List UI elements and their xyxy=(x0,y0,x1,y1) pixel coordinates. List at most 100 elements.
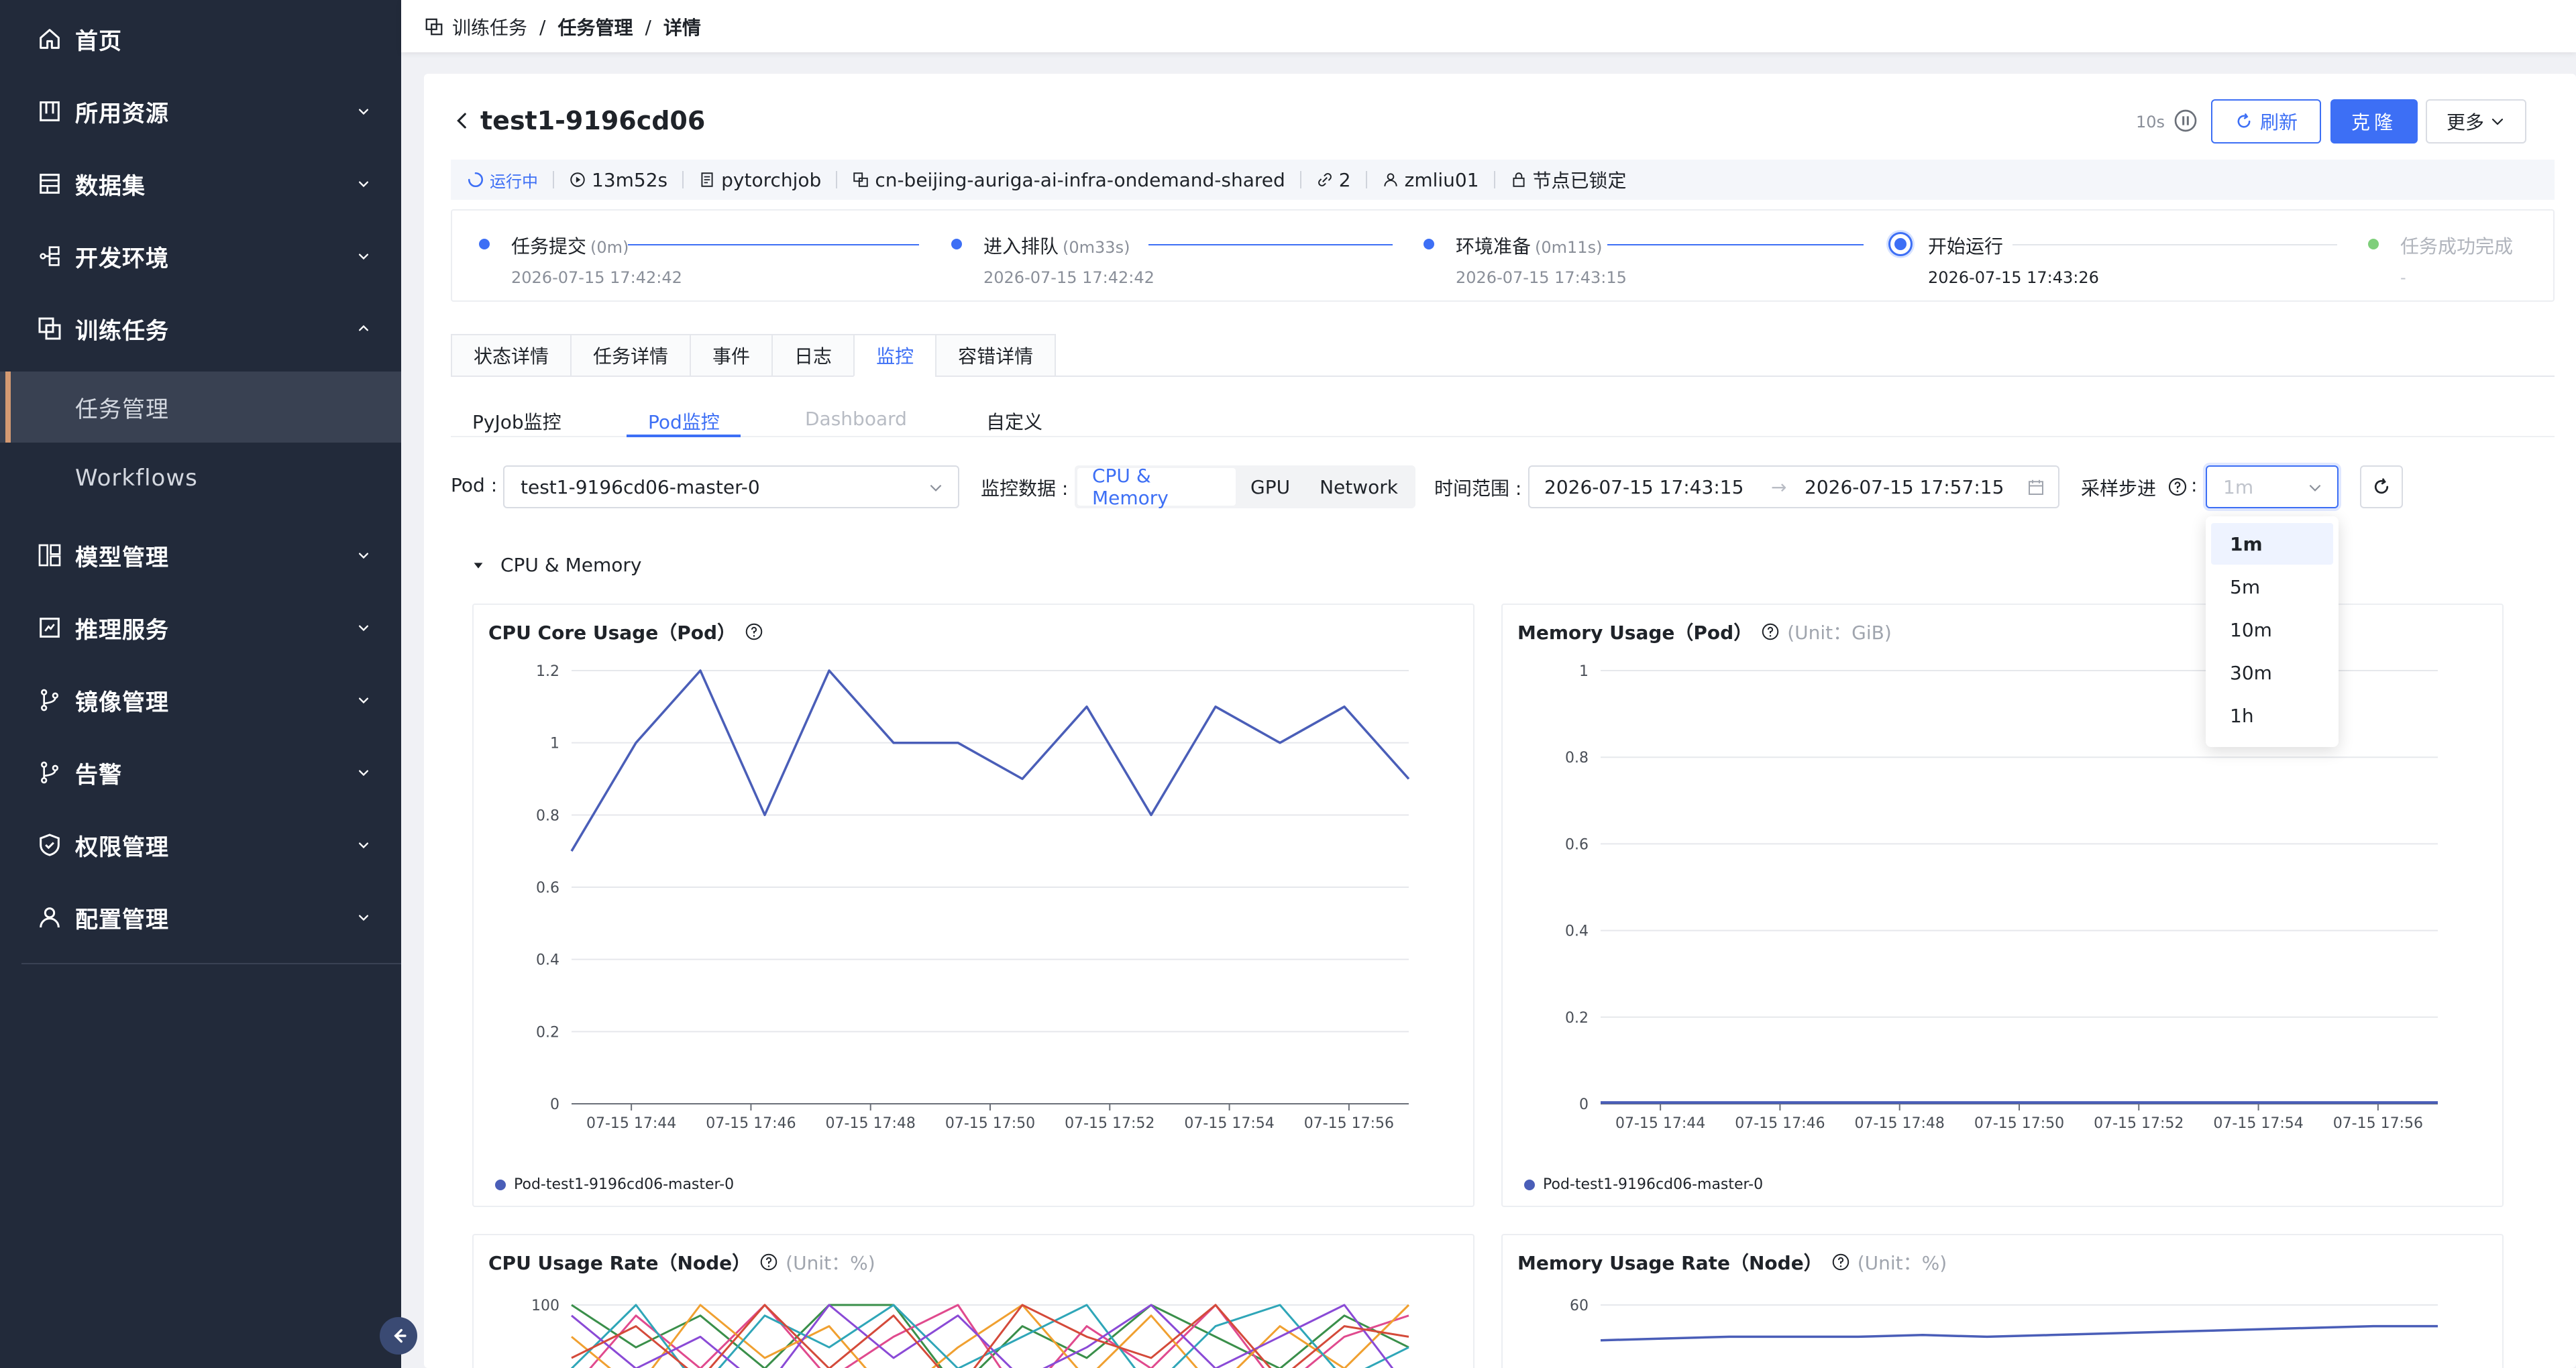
lock-icon xyxy=(1512,172,1525,187)
step-option-5m[interactable]: 5m xyxy=(2211,566,2333,608)
time-range-start[interactable]: 2026-07-15 17:43:15 xyxy=(1544,476,1743,498)
y-tick-label: 0.4 xyxy=(536,952,559,969)
subtab-ink-bar xyxy=(627,435,741,437)
more-button[interactable]: 更多 xyxy=(2426,99,2526,144)
chevron-left-icon[interactable] xyxy=(451,109,474,132)
chevron-up-icon xyxy=(354,319,373,338)
y-tick-label: 0.2 xyxy=(536,1024,559,1041)
step-option-1m[interactable]: 1m xyxy=(2211,523,2333,565)
metric-option-gpu[interactable]: GPU xyxy=(1236,468,1305,506)
job-type-text: pytorchjob xyxy=(721,168,822,191)
refresh-interval[interactable]: 10s xyxy=(2136,113,2165,131)
step-option-10m[interactable]: 10m xyxy=(2211,609,2333,650)
question-circle-icon[interactable] xyxy=(744,622,764,642)
chevron-down-icon xyxy=(354,836,373,854)
chart-unit: (Unit：%) xyxy=(1857,1252,1947,1274)
sidebar-item-2[interactable]: 数据集 xyxy=(0,148,401,220)
sidebar-collapse-button[interactable] xyxy=(380,1317,417,1355)
x-tick-label: 07-15 17:56 xyxy=(1304,1115,1394,1132)
caret-down-icon xyxy=(474,562,483,569)
pod-select[interactable]: test1-9196cd06-master-0 xyxy=(503,465,959,508)
document-icon xyxy=(701,172,713,187)
resource-icon xyxy=(36,98,63,125)
question-circle-icon[interactable] xyxy=(2167,476,2188,498)
sidebar-item-9[interactable]: 权限管理 xyxy=(0,809,401,881)
chart-title: Memory Usage Rate（Node） (Unit：%) xyxy=(1517,1249,1947,1275)
home-icon xyxy=(36,25,63,52)
chart-legend[interactable]: Pod-test1-9196cd06-master-0 xyxy=(1524,1176,1763,1193)
section-title: CPU & Memory xyxy=(500,554,642,576)
step-dot-current xyxy=(1888,232,1913,256)
sidebar-item-5[interactable]: 模型管理 xyxy=(0,519,401,591)
legend-label: Pod-test1-9196cd06-master-0 xyxy=(514,1176,735,1193)
chart-plot: 0 0.2 0.4 0.6 0.8 1 07-15 17:44 07-15 17:46 07-1… xyxy=(1565,663,2438,1132)
sidebar-item-1[interactable]: 所用资源 xyxy=(0,75,401,148)
sidebar-item-10[interactable]: 配置管理 xyxy=(0,881,401,954)
sidebar-item-4[interactable]: 训练任务 xyxy=(0,292,401,365)
tab-monitoring[interactable]: 监控 xyxy=(853,334,936,377)
user-icon xyxy=(1383,173,1397,186)
tab-logs[interactable]: 日志 xyxy=(771,334,854,377)
sidebar-item-label: 镜像管理 xyxy=(75,689,169,716)
chevron-down-icon xyxy=(354,691,373,709)
breadcrumb-item-task-management[interactable]: 任务管理 xyxy=(557,13,633,40)
status-text: 运行中 xyxy=(490,172,538,191)
question-circle-icon[interactable] xyxy=(1760,622,1780,642)
pod-select-value: test1-9196cd06-master-0 xyxy=(521,475,760,498)
x-tick-label: 07-15 17:50 xyxy=(945,1115,1035,1132)
info-separator xyxy=(553,171,554,188)
metric-option-cpu-memory[interactable]: CPU & Memory xyxy=(1077,465,1236,509)
user-info: zmliu01 xyxy=(1382,169,1479,191)
y-tick-label: 0.8 xyxy=(536,807,559,824)
inference-icon xyxy=(36,614,63,641)
sidebar-item-label: 推理服务 xyxy=(75,616,169,644)
chevron-down-icon xyxy=(354,763,373,782)
info-separator xyxy=(1365,171,1367,188)
refresh-button[interactable]: 刷新 xyxy=(2211,99,2321,144)
tab-task-detail[interactable]: 任务详情 xyxy=(570,334,690,377)
tab-status-detail[interactable]: 状态详情 xyxy=(451,334,571,377)
sidebar-item-3[interactable]: 开发环境 xyxy=(0,220,401,292)
question-circle-icon[interactable] xyxy=(1831,1252,1851,1272)
chart-legend[interactable]: Pod-test1-9196cd06-master-0 xyxy=(495,1176,734,1193)
reload-chart-button[interactable] xyxy=(2360,465,2403,508)
y-tick-label: 0 xyxy=(550,1096,559,1113)
sidebar-subitem-0[interactable]: 任务管理 xyxy=(0,372,401,443)
lock-info: 节点已锁定 xyxy=(1510,166,1627,193)
x-tick-label: 07-15 17:46 xyxy=(706,1115,796,1132)
breadcrumb-item-training[interactable]: 训练任务 xyxy=(452,13,527,40)
tab-fault-tolerance[interactable]: 容错详情 xyxy=(935,334,1057,377)
subtab-custom[interactable]: 自定义 xyxy=(986,408,1042,435)
subtab-pyjob[interactable]: PyJob监控 xyxy=(472,408,561,435)
sidebar-item-7[interactable]: 镜像管理 xyxy=(0,664,401,736)
x-tick-label: 07-15 17:44 xyxy=(586,1115,676,1132)
question-circle-icon[interactable] xyxy=(759,1252,779,1272)
step-option-1h[interactable]: 1h xyxy=(2211,695,2333,736)
chart-title: CPU Usage Rate（Node） (Unit：%) xyxy=(488,1249,875,1275)
y-tick-label: 0.4 xyxy=(1565,923,1589,940)
clone-button[interactable]: 克隆 xyxy=(2330,99,2418,144)
tab-events[interactable]: 事件 xyxy=(690,334,772,377)
chevron-down-icon xyxy=(354,102,373,121)
step-select[interactable]: 1m xyxy=(2206,465,2339,508)
subtab-pod[interactable]: Pod监控 xyxy=(648,408,720,435)
time-range-picker[interactable]: 2026-07-15 17:43:15 → 2026-07-15 17:57:1… xyxy=(1528,465,2059,508)
chevron-down-icon xyxy=(2309,484,2321,492)
model-icon xyxy=(36,542,63,569)
sidebar-subitem-1[interactable]: Workflows xyxy=(0,443,401,514)
y-tick-label: 0.2 xyxy=(1565,1010,1589,1027)
cluster-info: cn-beijing-auriga-ai-infra-ondemand-shar… xyxy=(852,169,1285,191)
page-title: test1-9196cd06 xyxy=(480,106,706,135)
x-tick-label: 07-15 17:48 xyxy=(1855,1115,1945,1132)
link-icon xyxy=(1318,173,1332,186)
sidebar-item-8[interactable]: 告警 xyxy=(0,736,401,809)
refresh-icon xyxy=(2237,113,2251,128)
time-range-end[interactable]: 2026-07-15 17:57:15 xyxy=(1805,476,2004,498)
pause-icon[interactable] xyxy=(2172,107,2199,134)
section-toggle-cpu-memory[interactable]: CPU & Memory xyxy=(471,554,641,576)
sidebar-item-6[interactable]: 推理服务 xyxy=(0,591,401,664)
sidebar-item-0[interactable]: 首页 xyxy=(0,3,401,75)
sidebar-item-label: 开发环境 xyxy=(75,245,169,272)
step-option-30m[interactable]: 30m xyxy=(2211,652,2333,693)
metric-option-network[interactable]: Network xyxy=(1305,468,1413,506)
